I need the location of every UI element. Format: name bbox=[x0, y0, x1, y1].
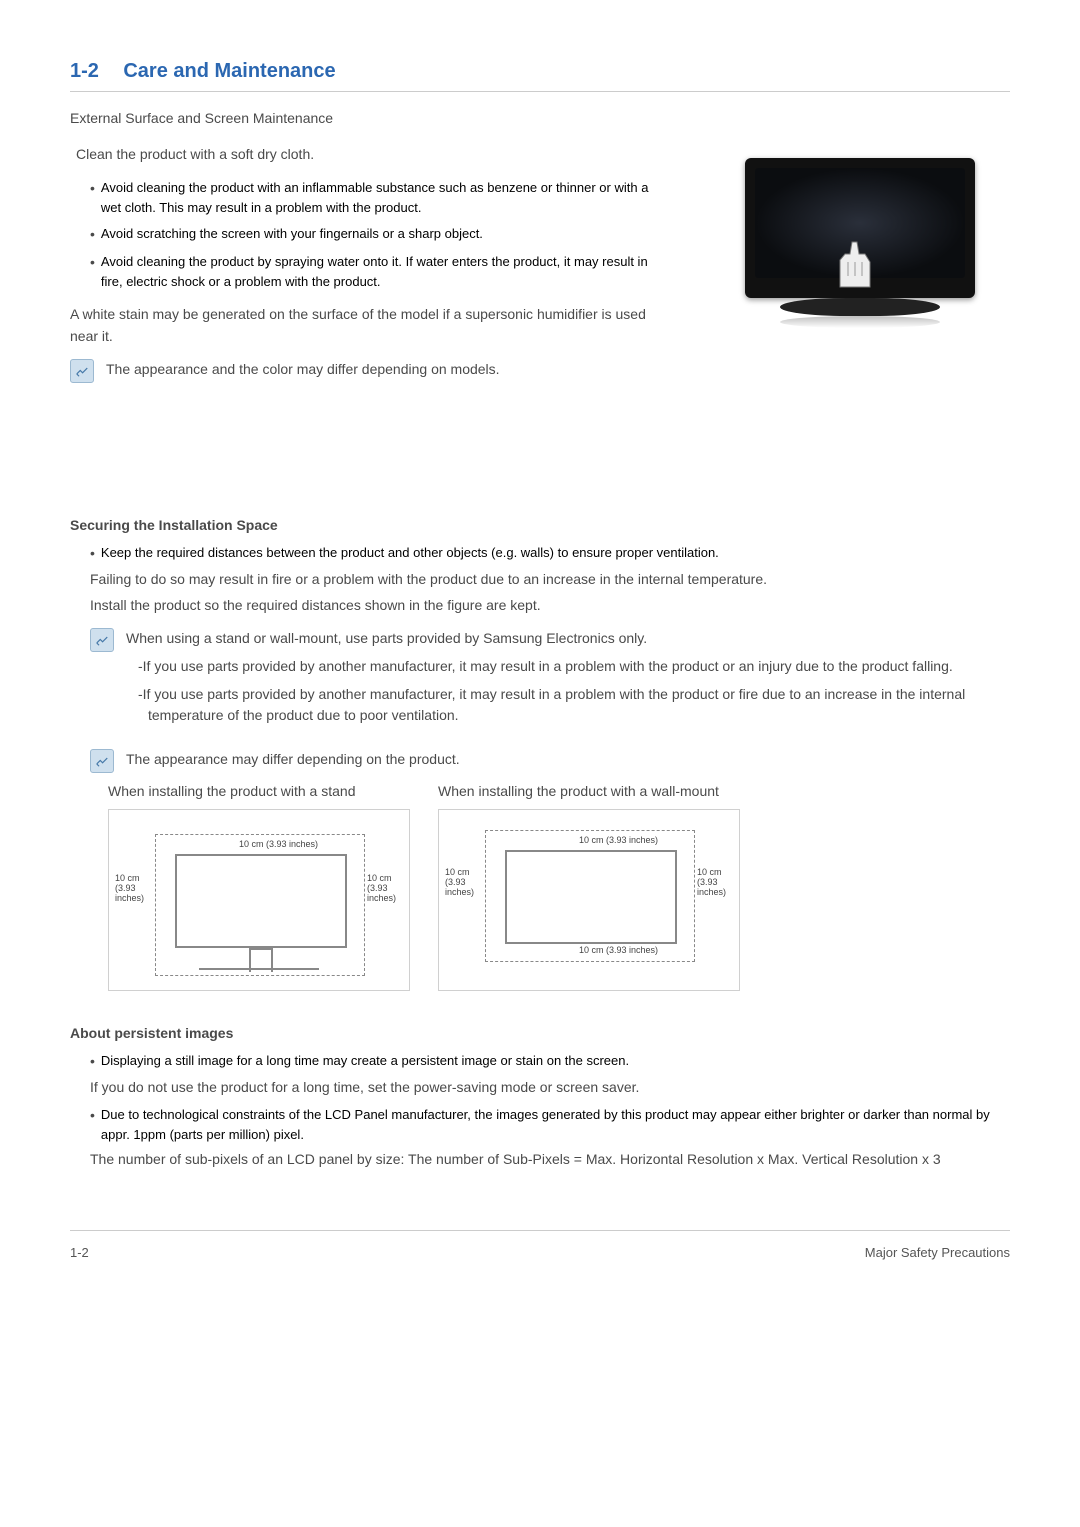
subheading-persistent: About persistent images bbox=[70, 1025, 1010, 1041]
dim-right: 10 cm (3.93 inches) bbox=[697, 868, 726, 898]
body-text: Failing to do so may result in fire or a… bbox=[90, 569, 1010, 591]
note-icon bbox=[90, 749, 114, 773]
footer-left: 1-2 bbox=[70, 1245, 89, 1260]
figure-wall: 10 cm (3.93 inches) 10 cm (3.93 inches) … bbox=[438, 809, 740, 991]
bullet-icon: • bbox=[90, 224, 95, 246]
subheading-external: External Surface and Screen Maintenance bbox=[70, 110, 1010, 126]
bullet-text: Keep the required distances between the … bbox=[101, 543, 719, 563]
body-text: Install the product so the required dist… bbox=[90, 595, 1010, 617]
section-header: 1-2 Care and Maintenance bbox=[70, 60, 1010, 92]
section-title: Care and Maintenance bbox=[123, 60, 335, 82]
bullet-icon: • bbox=[90, 1105, 95, 1127]
note-subtext: -If you use parts provided by another ma… bbox=[138, 656, 1010, 678]
figure-caption-stand: When installing the product with a stand bbox=[108, 783, 408, 799]
dim-top: 10 cm (3.93 inches) bbox=[239, 840, 318, 850]
dim-bottom: 10 cm (3.93 inches) bbox=[579, 946, 658, 956]
note-text: When using a stand or wall-mount, use pa… bbox=[126, 628, 1010, 650]
bullet-text: Avoid cleaning the product with an infla… bbox=[101, 178, 670, 218]
bullet-icon: • bbox=[90, 252, 95, 274]
note-subtext: -If you use parts provided by another ma… bbox=[138, 684, 1010, 727]
note-icon bbox=[70, 359, 94, 383]
bullet-icon: • bbox=[90, 543, 95, 565]
footer-right: Major Safety Precautions bbox=[865, 1245, 1010, 1260]
monitor-illustration bbox=[710, 140, 1010, 328]
bullet-icon: • bbox=[90, 1051, 95, 1073]
section-number: 1-2 bbox=[70, 60, 99, 82]
note-text: The appearance and the color may differ … bbox=[106, 359, 670, 381]
dim-right: 10 cm (3.93 inches) bbox=[367, 874, 396, 904]
bullet-text: Avoid cleaning the product by spraying w… bbox=[101, 252, 670, 292]
bullet-text: Displaying a still image for a long time… bbox=[101, 1051, 629, 1071]
white-stain-text: A white stain may be generated on the su… bbox=[70, 304, 670, 347]
bullet-text: Due to technological constraints of the … bbox=[101, 1105, 1010, 1145]
dim-left: 10 cm (3.93 inches) bbox=[115, 874, 144, 904]
note-text: The appearance may differ depending on t… bbox=[126, 749, 1010, 771]
dim-top: 10 cm (3.93 inches) bbox=[579, 836, 658, 846]
figure-stand: 10 cm (3.93 inches) 10 cm (3.93 inches) … bbox=[108, 809, 410, 991]
figure-caption-wall: When installing the product with a wall-… bbox=[438, 783, 738, 799]
dim-left: 10 cm (3.93 inches) bbox=[445, 868, 474, 898]
note-icon bbox=[90, 628, 114, 652]
intro-text: Clean the product with a soft dry cloth. bbox=[76, 144, 670, 166]
bullet-text: Avoid scratching the screen with your fi… bbox=[101, 224, 483, 244]
bullet-icon: • bbox=[90, 178, 95, 200]
subheading-securing: Securing the Installation Space bbox=[70, 517, 1010, 533]
body-text: The number of sub-pixels of an LCD panel… bbox=[90, 1149, 1010, 1171]
body-text: If you do not use the product for a long… bbox=[90, 1077, 1010, 1099]
